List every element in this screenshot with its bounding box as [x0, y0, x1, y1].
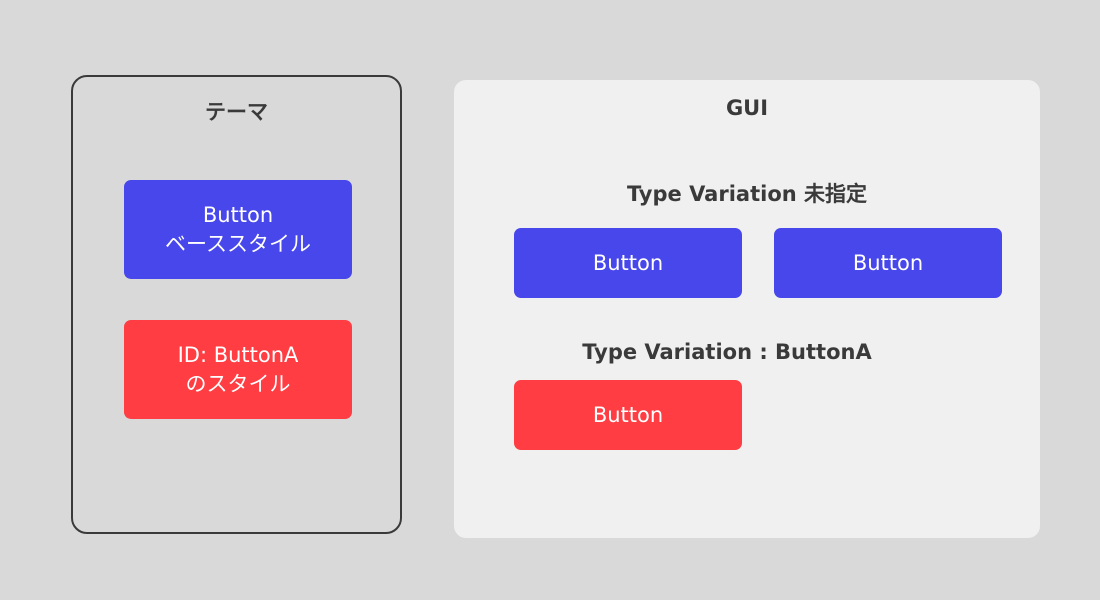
default-button-1-label: Button	[592, 251, 664, 275]
variation-button[interactable]: Button	[514, 380, 742, 450]
base-style-label-line1: Button	[202, 202, 274, 227]
variation-style-label-line2: のスタイル	[185, 371, 291, 396]
variation-section-title: Type Variation : ButtonA	[582, 340, 872, 364]
base-style-label-line2: ベーススタイル	[165, 231, 311, 256]
theme-panel: テーマ Button ベーススタイル ID: ButtonA のスタイル	[71, 75, 402, 534]
variation-style-label-line1: ID: ButtonA	[177, 342, 299, 367]
gui-panel: GUI Type Variation 未指定 Button Button Typ…	[454, 80, 1040, 538]
theme-title: テーマ	[205, 100, 268, 124]
default-section-title: Type Variation 未指定	[626, 182, 868, 206]
gui-title: GUI	[725, 96, 769, 120]
default-button-2-label: Button	[852, 251, 924, 275]
base-style-swatch: Button ベーススタイル	[124, 180, 352, 279]
variation-button-label: Button	[592, 403, 664, 427]
default-button-2[interactable]: Button	[774, 228, 1002, 298]
variation-style-swatch: ID: ButtonA のスタイル	[124, 320, 352, 419]
default-button-1[interactable]: Button	[514, 228, 742, 298]
